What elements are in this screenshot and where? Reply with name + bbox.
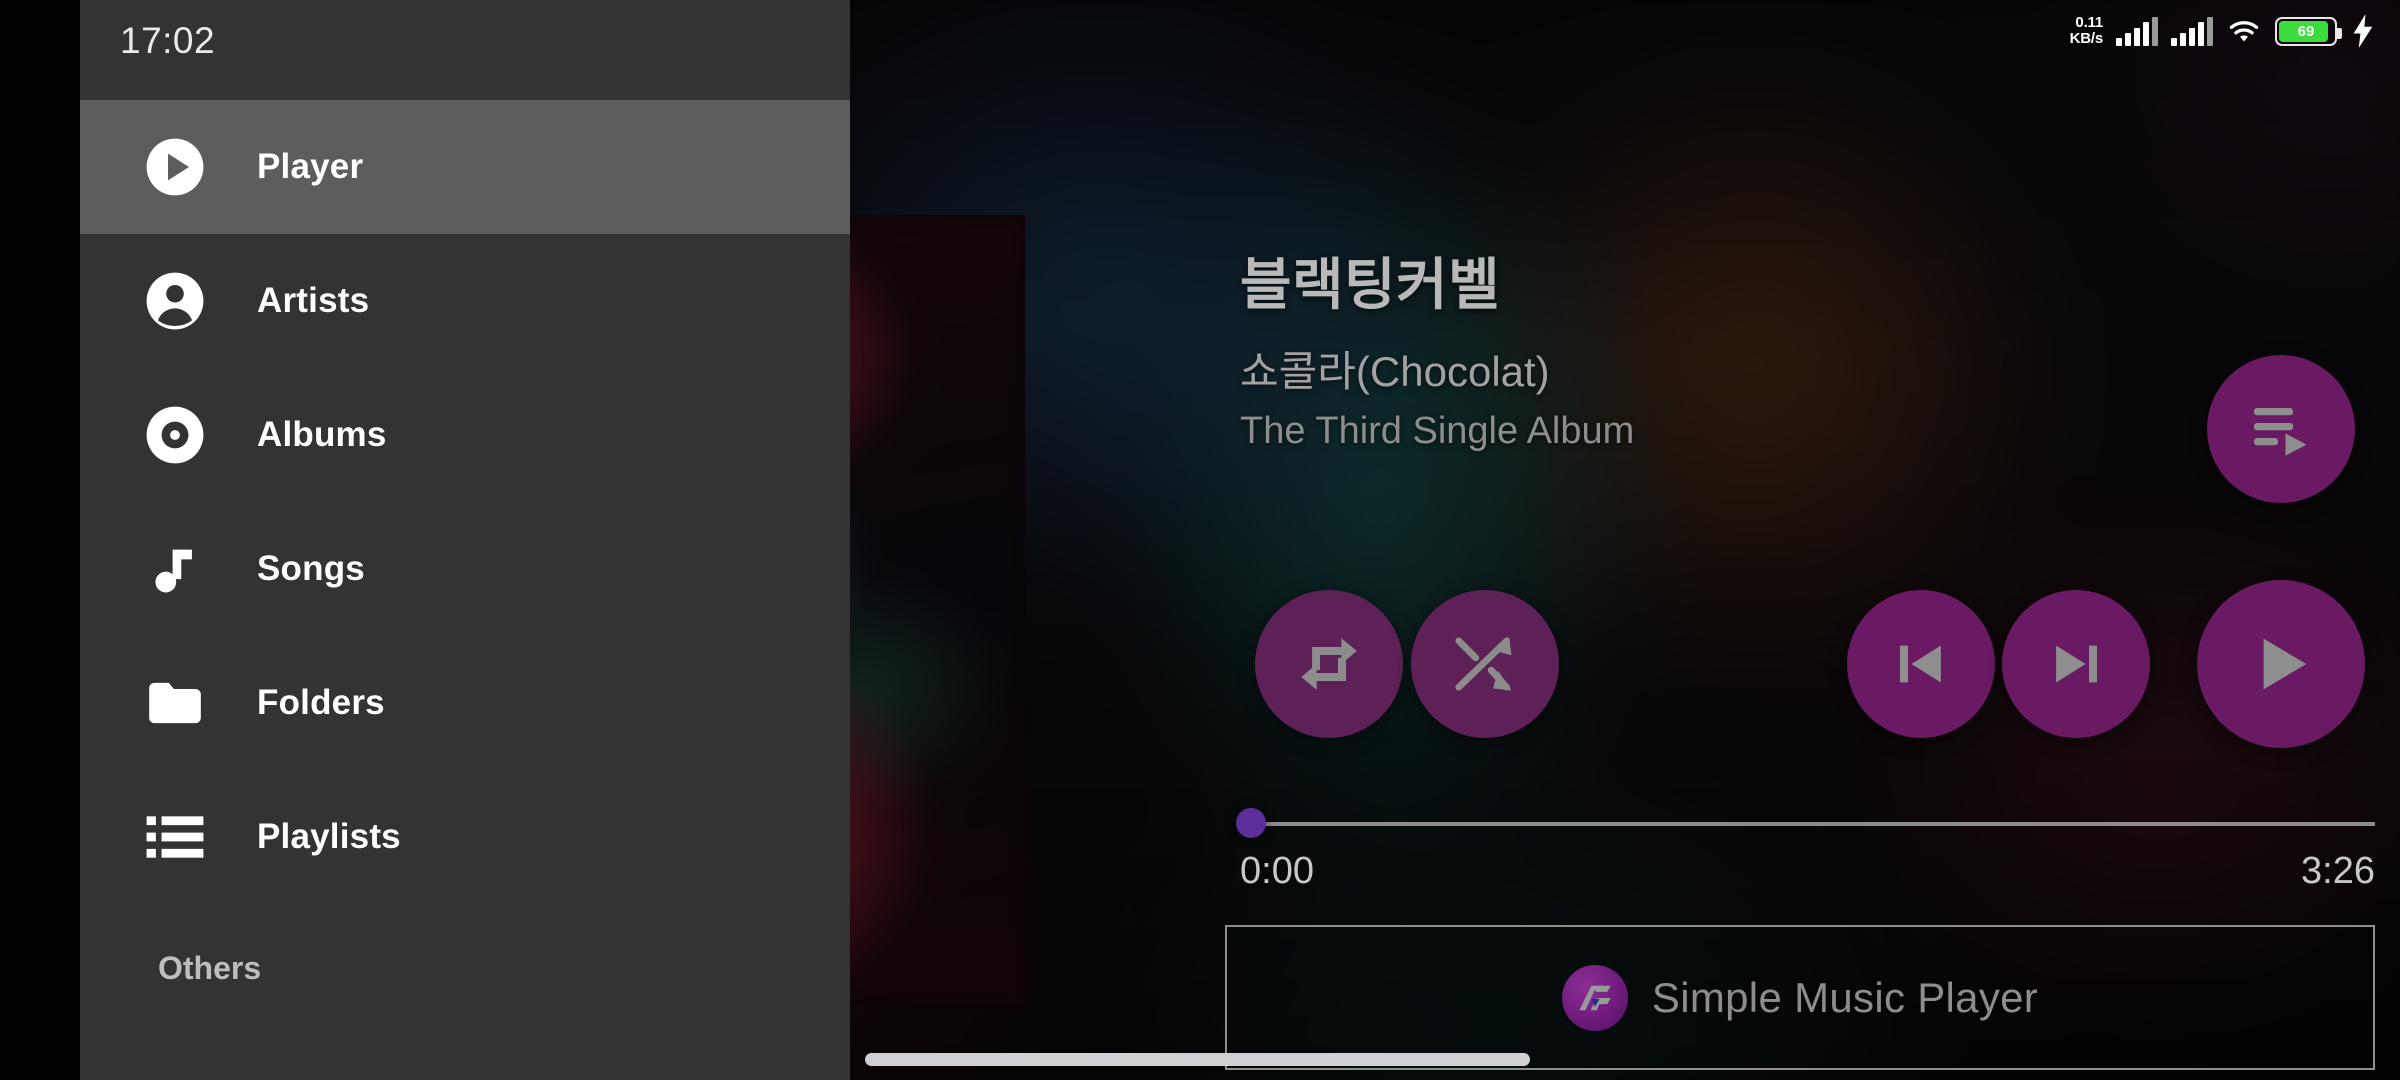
sidebar-item-player[interactable]: Player (80, 100, 850, 234)
sidebar-item-label: Songs (257, 549, 365, 588)
track-title: 블랙팅커벨 (1240, 253, 1501, 316)
sidebar-item-playlists[interactable]: Playlists (80, 770, 850, 904)
track-artist: 쇼콜라(Chocolat) (1240, 348, 1550, 395)
sidebar-item-label: Playlists (257, 817, 401, 856)
seek-bar[interactable] (1236, 808, 2375, 838)
repeat-button[interactable] (1255, 590, 1403, 738)
sidebar-item-folders[interactable]: Folders (80, 636, 850, 770)
sidebar-item-artists[interactable]: Artists (80, 234, 850, 368)
queue-button[interactable] (2207, 355, 2355, 503)
drawer-section-others: Others (158, 950, 262, 986)
drawer-scrim[interactable] (0, 0, 80, 1080)
ad-banner[interactable]: Simple Music Player (1225, 925, 2375, 1070)
play-icon (2263, 638, 2307, 690)
status-bar-clock: 17:02 (120, 20, 216, 61)
total-time-label: 3:26 (2301, 850, 2375, 892)
sidebar-item-songs[interactable]: Songs (80, 502, 850, 636)
sidebar-item-label: Artists (257, 281, 370, 320)
previous-button[interactable] (1847, 590, 1995, 738)
ad-app-name: Simple Music Player (1651, 973, 2039, 1021)
music-note-icon (125, 538, 225, 600)
disc-icon (125, 404, 225, 466)
seek-thumb[interactable] (1236, 808, 1266, 838)
person-icon (125, 270, 225, 332)
list-icon (125, 813, 225, 861)
next-button[interactable] (2002, 590, 2150, 738)
shuffle-icon (1455, 636, 1512, 691)
seek-track (1240, 822, 2375, 826)
sidebar-item-label: Folders (257, 683, 385, 722)
sidebar-item-label: Albums (257, 415, 387, 454)
play-button[interactable] (2197, 580, 2365, 748)
track-album: The Third Single Album (1240, 410, 1635, 452)
folder-icon (125, 676, 225, 730)
sidebar-item-albums[interactable]: Albums (80, 368, 850, 502)
queue-music-icon (2254, 408, 2307, 456)
play-circle-icon (125, 136, 225, 198)
sidebar-item-label: Player (257, 147, 364, 186)
now-playing-panel: 블랙팅커벨 쇼콜라(Chocolat) The Third Single Alb… (1100, 0, 2400, 1080)
gesture-navigation-bar[interactable] (865, 1053, 1530, 1066)
skip-next-icon (2056, 645, 2097, 683)
current-time-label: 0:00 (1240, 850, 1314, 892)
shuffle-button[interactable] (1411, 590, 1559, 738)
skip-previous-icon (1900, 645, 1941, 683)
navigation-drawer: Player Artists Albums Songs Folders Play… (80, 0, 850, 1080)
app-screen: 0.11 KB/s 69 블랙팅커벨 쇼콜라(Chocolat) The Thi… (0, 0, 2400, 1080)
simple-music-player-logo-icon (1561, 964, 1628, 1031)
repeat-icon (1301, 638, 1357, 690)
